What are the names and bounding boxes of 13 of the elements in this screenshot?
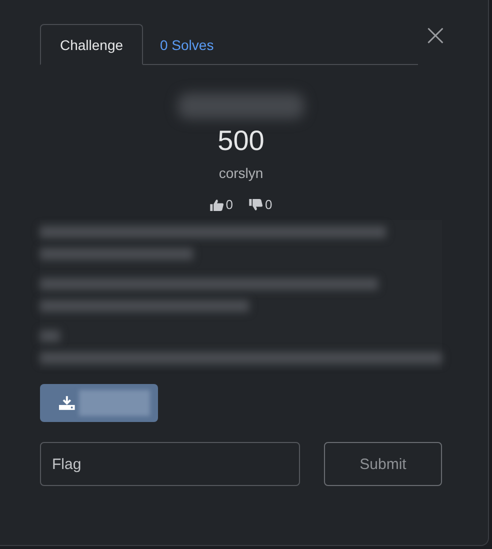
author-name: corslyn — [218, 165, 264, 181]
download-icon — [59, 396, 75, 410]
download-button[interactable] — [40, 384, 158, 422]
flag-input[interactable]: Flag — [40, 442, 300, 486]
close-button[interactable]: × — [422, 24, 448, 48]
tab[interactable]: 0 Solves — [143, 24, 231, 65]
tab[interactable]: Challenge — [40, 24, 143, 65]
downvote-count: 0 — [265, 197, 272, 212]
thumbs-down-icon[interactable] — [249, 198, 263, 210]
points-value: 500 — [218, 125, 264, 157]
thumbs-up-icon[interactable] — [210, 198, 224, 210]
submit-button[interactable]: Submit — [324, 442, 442, 486]
upvote-count: 0 — [226, 197, 233, 212]
